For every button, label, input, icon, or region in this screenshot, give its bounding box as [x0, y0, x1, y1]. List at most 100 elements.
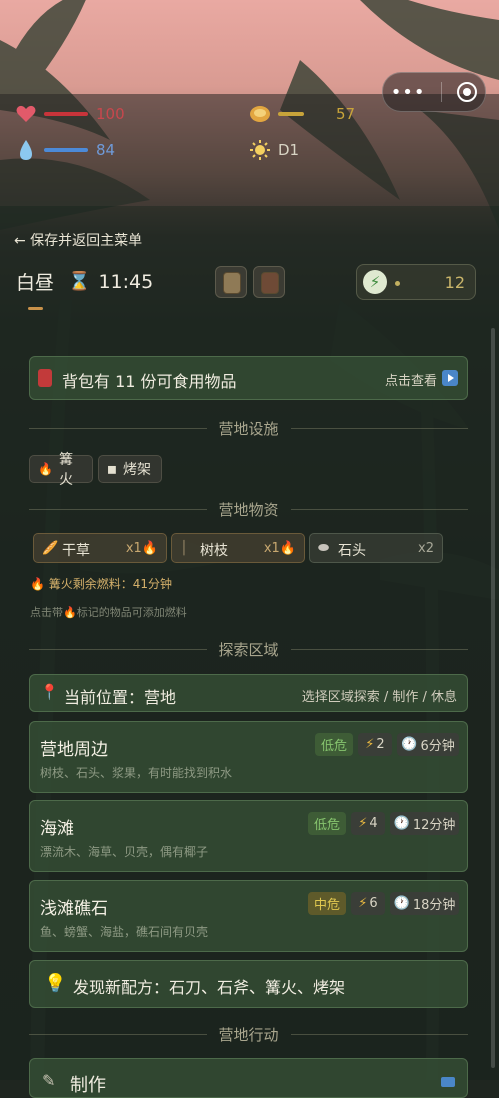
hay-icon: 🥖 [42, 541, 59, 556]
risk-badge: 中危 [308, 892, 346, 915]
map-pin-icon: 📍 [40, 683, 59, 701]
material-stick[interactable]: │ 树枝 x1🔥 [171, 533, 305, 563]
clock-icon: 🕐 [393, 816, 410, 831]
facility-label: 烤架 [122, 462, 151, 478]
area-name: 营地周边 [40, 740, 108, 760]
food-value: 57 [336, 105, 356, 123]
craft-action-label: 制作 [70, 1075, 106, 1096]
save-and-return-button[interactable]: ← 保存并返回主菜单 [14, 230, 142, 250]
close-target-icon[interactable] [457, 82, 478, 102]
heart-icon [14, 102, 38, 126]
area-description: 鱼、螃蟹、海盐，礁石间有贝壳 [40, 925, 209, 939]
more-options-icon[interactable]: ••• [391, 82, 426, 103]
day-value: D1 [278, 141, 300, 159]
clock-icon: 🕐 [401, 737, 418, 752]
edible-items-text: 背包有 11 份可食用物品 [62, 372, 237, 391]
energy-cost-badge: ⚡ 2 [358, 733, 392, 756]
water-bar [44, 148, 88, 152]
backpack-red-icon [38, 369, 52, 387]
material-hay[interactable]: 🥖 干草 x1🔥 [33, 533, 167, 563]
material-qty: x2 [418, 541, 434, 556]
bread-icon [248, 102, 272, 126]
fire-icon: 🔥 [38, 462, 53, 476]
hourglass-icon: ⌛ [68, 271, 91, 292]
health-bar [44, 112, 88, 116]
area-description: 漂流木、海草、贝壳，偶有椰子 [40, 845, 209, 859]
section-divider-facilities: 营地设施 [29, 418, 469, 438]
grill-icon: ◼ [107, 462, 117, 476]
fuel-hint: 点击带🔥标记的物品可添加燃料 [30, 606, 187, 619]
lightning-icon: ⚡ [358, 816, 368, 831]
fuel-remaining: 🔥 篝火剩余燃料：41分钟 [30, 577, 173, 591]
energy-value: 12 [444, 273, 465, 292]
craft-action-card[interactable]: ✎ 制作 [29, 1058, 468, 1098]
material-name: 石头 [338, 543, 366, 559]
time-row: 白昼 ⌛ 11:45 [16, 268, 153, 295]
water-stat: 84 [14, 138, 115, 162]
risk-badge: 低危 [308, 812, 346, 835]
lightning-icon: ⚡ [365, 737, 375, 752]
food-bar [278, 112, 304, 116]
area-description: 树枝、石头、浆果，有时能找到积水 [40, 766, 233, 780]
section-title: 营地设施 [218, 419, 279, 438]
new-recipes-text: 发现新配方：石刀、石斧、篝火、烤架 [73, 978, 346, 997]
area-name: 海滩 [40, 819, 74, 839]
lightning-icon: ⚡ [358, 896, 368, 911]
lightning-icon: ⚡ [363, 270, 387, 294]
day-period: 白昼 [16, 272, 55, 294]
backpack-slot[interactable] [215, 266, 247, 298]
energy-indicator-dot [395, 281, 400, 286]
water-drop-icon [14, 138, 38, 162]
water-value: 84 [96, 141, 116, 159]
location-actions-hint: 选择区域探索 / 制作 / 休息 [301, 690, 457, 705]
facility-campfire[interactable]: 🔥 篝火 [29, 452, 93, 488]
material-name: 树枝 [200, 543, 228, 559]
lightbulb-icon: 💡 [44, 973, 67, 994]
area-card-camp-surroundings[interactable]: 营地周边 低危 ⚡ 2 🕐 6分钟 树枝、石头、浆果，有时能找到积水 [29, 721, 468, 793]
facility-label: 篝火 [58, 452, 73, 488]
view-link[interactable]: 点击查看 [385, 370, 437, 389]
section-divider-camp-actions: 营地行动 [29, 1024, 469, 1044]
material-qty: x1🔥 [125, 541, 158, 556]
duration-badge: 🕐 12分钟 [390, 812, 459, 835]
cabinet-icon [261, 272, 279, 294]
section-divider-materials: 营地物资 [29, 499, 469, 519]
energy-cost-badge: ⚡ 4 [351, 812, 385, 835]
edible-items-banner[interactable]: 背包有 11 份可食用物品 点击查看 [29, 356, 468, 400]
risk-badge: 低危 [315, 733, 353, 756]
capsule-divider [440, 82, 442, 102]
tool-icon: ✎ [42, 1071, 56, 1090]
energy-cost-badge: ⚡ 6 [351, 892, 385, 915]
facility-grill[interactable]: ◼ 烤架 [98, 455, 162, 483]
area-card-beach[interactable]: 海滩 低危 ⚡ 4 🕐 12分钟 漂流木、海草、贝壳，偶有椰子 [29, 800, 468, 872]
duration-badge: 🕐 6分钟 [397, 733, 459, 756]
area-card-shoal-reef[interactable]: 浅滩礁石 中危 ⚡ 6 🕐 18分钟 鱼、螃蟹、海盐，礁石间有贝壳 [29, 880, 468, 952]
section-title: 探索区域 [218, 640, 279, 659]
storage-slot[interactable] [253, 266, 285, 298]
backpack-icon [223, 272, 241, 294]
scrollbar[interactable] [491, 328, 495, 1068]
stone-icon: ⬬ [318, 541, 330, 556]
current-location-bar: 📍 当前位置：营地 选择区域探索 / 制作 / 休息 [29, 674, 468, 712]
material-stone[interactable]: ⬬ 石头 x2 [309, 533, 443, 563]
material-qty: x1🔥 [263, 541, 296, 556]
duration-badge: 🕐 18分钟 [390, 892, 459, 915]
area-name: 浅滩礁石 [40, 899, 108, 919]
current-location: 当前位置：营地 [64, 688, 177, 707]
health-stat: 100 [14, 102, 125, 126]
stick-icon: │ [180, 541, 188, 556]
section-title: 营地物资 [218, 500, 279, 519]
section-divider-explore: 探索区域 [29, 639, 469, 659]
food-stat: 57 [248, 102, 355, 126]
health-value: 100 [96, 105, 125, 123]
craft-badge-icon [441, 1077, 455, 1087]
clock-icon: 🕐 [393, 896, 410, 911]
time-progress-indicator [28, 307, 43, 310]
miniprogram-capsule[interactable]: ••• [382, 72, 486, 112]
clock-time: 11:45 [98, 270, 154, 293]
section-title: 营地行动 [218, 1025, 279, 1044]
day-stat: D1 [248, 138, 299, 162]
material-name: 干草 [62, 543, 90, 559]
new-recipes-banner: 💡 发现新配方：石刀、石斧、篝火、烤架 [29, 960, 468, 1008]
play-arrow-icon[interactable] [442, 370, 458, 386]
